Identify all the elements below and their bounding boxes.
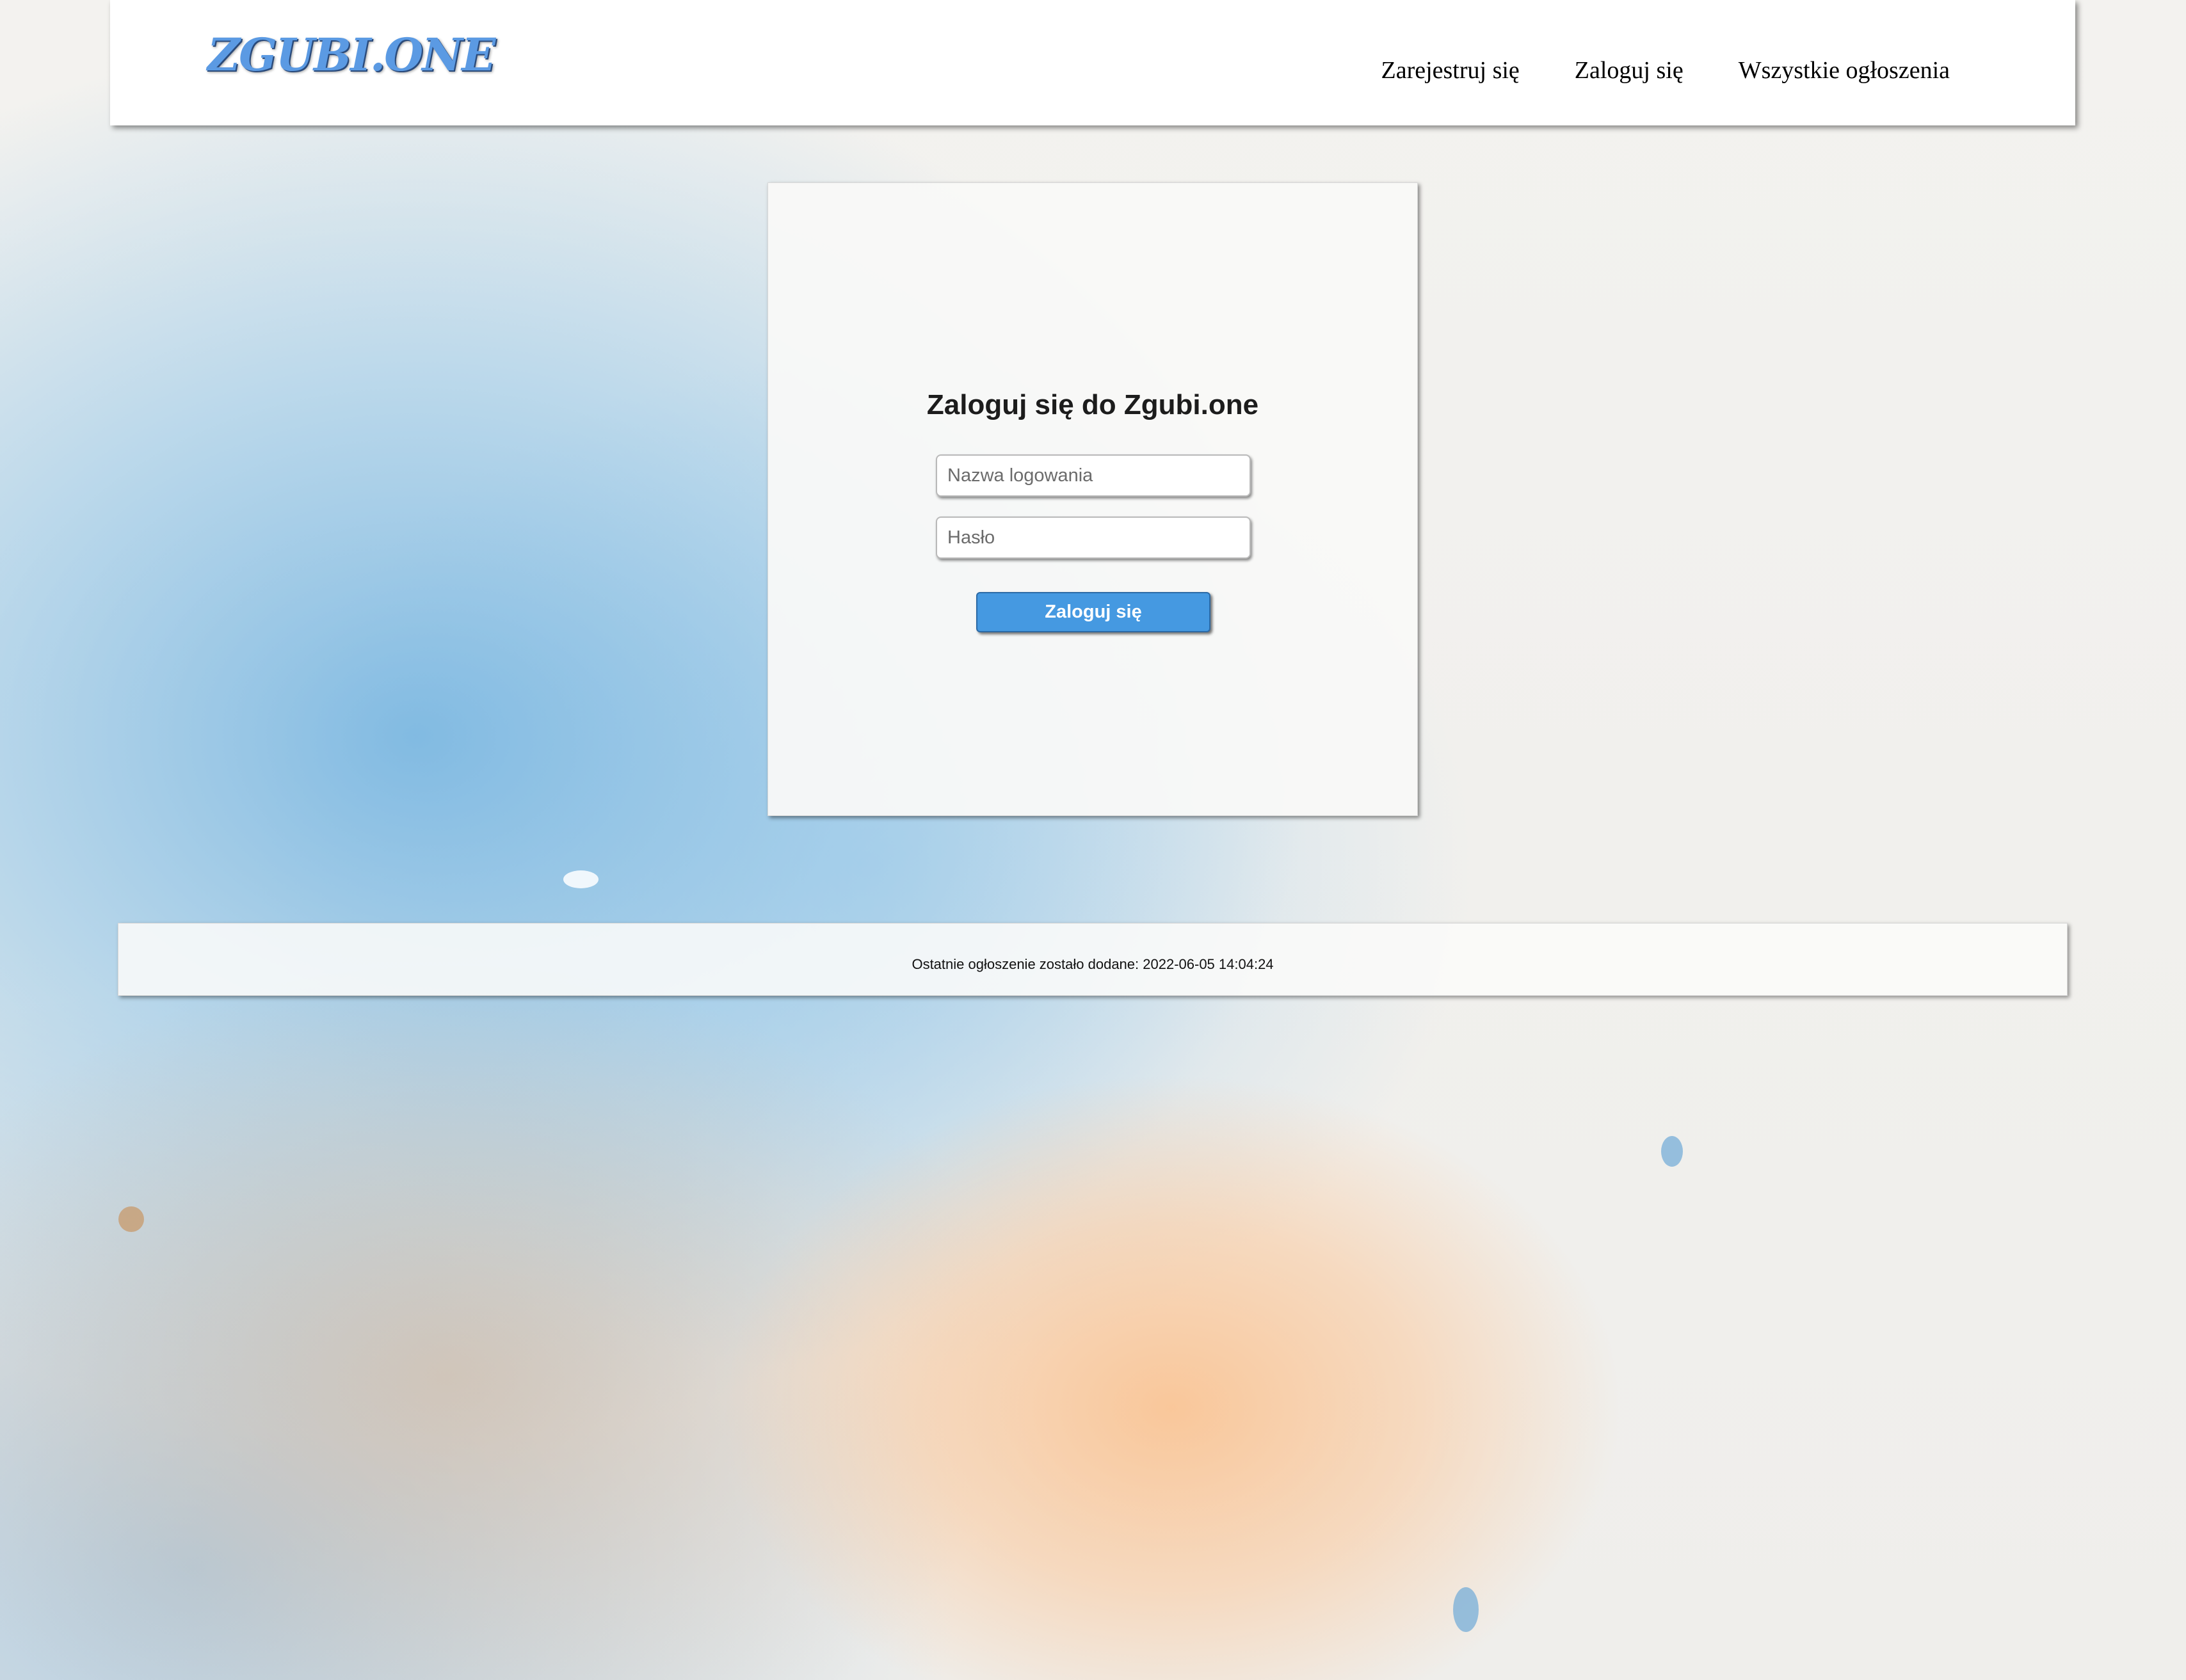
login-title: Zaloguj się do Zgubi.one <box>926 389 1259 420</box>
background-splash <box>1661 1136 1683 1167</box>
background-splash <box>563 870 599 888</box>
main-nav: Zarejestruj się Zaloguj się Wszystkie og… <box>1381 56 1950 84</box>
nav-link-all-ads[interactable]: Wszystkie ogłoszenia <box>1739 56 1950 84</box>
login-button[interactable]: Zaloguj się <box>976 592 1210 632</box>
site-logo[interactable]: ZGUBI.ONE <box>207 28 496 81</box>
nav-link-register[interactable]: Zarejestruj się <box>1381 56 1520 84</box>
nav-link-login[interactable]: Zaloguj się <box>1575 56 1684 84</box>
background-splash <box>1453 1587 1479 1632</box>
background-splash <box>118 1206 144 1232</box>
password-input[interactable] <box>936 516 1251 559</box>
site-header: ZGUBI.ONE Zarejestruj się Zaloguj się Ws… <box>110 0 2075 125</box>
username-input[interactable] <box>936 454 1251 497</box>
login-card: Zaloguj się do Zgubi.one Zaloguj się <box>768 182 1418 816</box>
footer-bar: Ostatnie ogłoszenie zostało dodane: 2022… <box>118 923 2068 996</box>
last-ad-info: Ostatnie ogłoszenie zostało dodane: 2022… <box>912 956 1274 972</box>
